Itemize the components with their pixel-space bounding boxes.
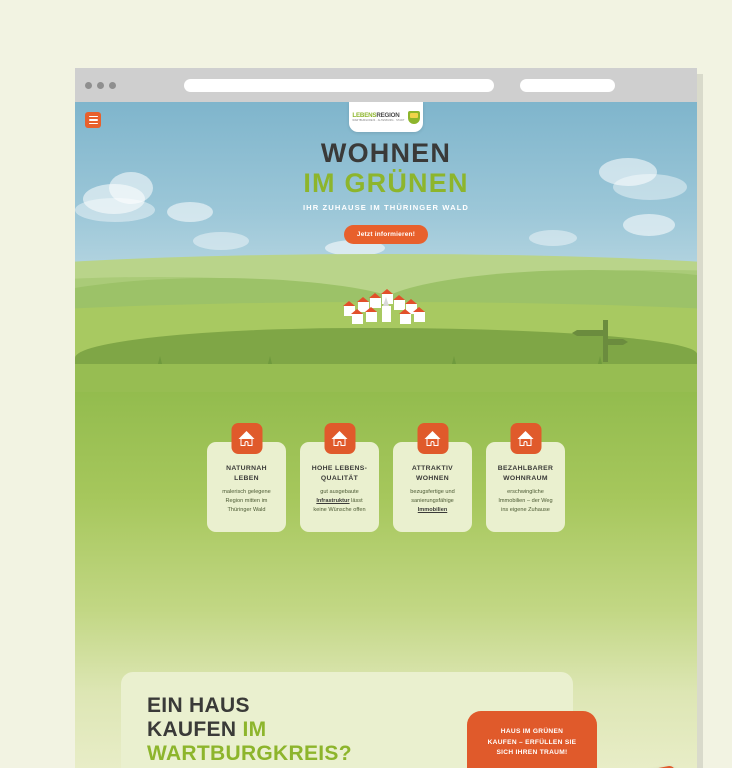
logo-word-lebens: LEBENS bbox=[352, 112, 376, 119]
feature-text-before: bezugsfertige und sanierungsfähige bbox=[410, 489, 454, 504]
hero-subtitle: IHR ZUHAUSE IM THÜRINGER WALD bbox=[75, 203, 697, 212]
content-panel: EIN HAUS KAUFEN IM WARTBURGKREIS? Hier k… bbox=[121, 672, 573, 768]
house-icon bbox=[324, 423, 355, 454]
coat-of-arms-icon bbox=[408, 111, 420, 124]
logo-word-region: REGION bbox=[376, 112, 399, 119]
secondary-bar[interactable] bbox=[520, 79, 615, 92]
logo-text: LEBENSREGION WARTBURGKREIS · ALTENBURG ·… bbox=[352, 112, 404, 123]
cta-box: HAUS IM GRÜNEN KAUFEN – ERFÜLLEN SIE SIC… bbox=[467, 711, 597, 768]
house-icon bbox=[417, 423, 448, 454]
green-section: JETZT Sanierungskosten absetzen! Bis zu … bbox=[75, 392, 697, 768]
logo-wordmark: LEBENSREGION bbox=[352, 112, 399, 119]
feature-card-text: erschwingliche Immobilien – der Weg ins … bbox=[492, 488, 559, 515]
logo-tagline: WARTBURGKREIS · ALTENBURG · STADT bbox=[352, 119, 404, 123]
hamburger-icon[interactable] bbox=[85, 112, 101, 128]
maximize-dot[interactable] bbox=[109, 82, 116, 89]
window-controls[interactable] bbox=[85, 82, 116, 89]
address-bar[interactable] bbox=[184, 79, 494, 92]
hero-cta-button[interactable]: Jetzt informieren! bbox=[344, 225, 428, 244]
feature-cards: NATURNAH LEBEN malerisch gelegene Region… bbox=[75, 398, 697, 532]
church-illustration bbox=[382, 306, 391, 322]
title-line1-text: EIN HAUS bbox=[147, 694, 250, 717]
feature-card-title: ATTRAKTIV WOHNEN bbox=[399, 464, 466, 483]
title-line3-green: WARTBURGKREIS? bbox=[147, 742, 352, 765]
hero-copy: WOHNEN IM GRÜNEN IHR ZUHAUSE IM THÜRINGE… bbox=[75, 138, 697, 244]
feature-card[interactable]: BEZAHLBARER WOHNRAUM erschwingliche Immo… bbox=[486, 442, 565, 532]
house-icon bbox=[231, 423, 262, 454]
feature-card-text: gut ausgebaute Infrastruktur lässt keine… bbox=[306, 488, 373, 515]
feature-text-link[interactable]: Infrastruktur bbox=[316, 498, 349, 504]
feature-text-before: gut ausgebaute bbox=[320, 489, 359, 495]
close-dot[interactable] bbox=[85, 82, 92, 89]
feature-text-link[interactable]: Immobilien bbox=[418, 507, 448, 513]
site-logo[interactable]: LEBENSREGION WARTBURGKREIS · ALTENBURG ·… bbox=[349, 102, 423, 132]
feature-card-title: NATURNAH LEBEN bbox=[213, 464, 280, 483]
title-line2-green: IM bbox=[242, 718, 266, 741]
hero-title-line2: IM GRÜNEN bbox=[75, 168, 697, 198]
minimize-dot[interactable] bbox=[97, 82, 104, 89]
feature-card[interactable]: ATTRAKTIV WOHNEN bezugsfertige und sanie… bbox=[393, 442, 472, 532]
feature-card-title: BEZAHLBARER WOHNRAUM bbox=[492, 464, 559, 483]
feature-card-title: HOHE LEBENS- QUALITÄT bbox=[306, 464, 373, 483]
hero-title-line1: WOHNEN bbox=[75, 138, 697, 168]
browser-window: LEBENSREGION WARTBURGKREIS · ALTENBURG ·… bbox=[75, 68, 697, 768]
feature-text-before: erschwingliche Immobilien – der Weg ins … bbox=[498, 489, 552, 513]
signpost-icon bbox=[589, 320, 623, 362]
foreground-meadow bbox=[75, 364, 697, 392]
page-viewport: LEBENSREGION WARTBURGKREIS · ALTENBURG ·… bbox=[75, 102, 697, 768]
feature-card[interactable]: NATURNAH LEBEN malerisch gelegene Region… bbox=[207, 442, 286, 532]
house-icon bbox=[510, 423, 541, 454]
feature-text-before: malerisch gelegene Region mitten im Thür… bbox=[222, 489, 271, 513]
hero-section: LEBENSREGION WARTBURGKREIS · ALTENBURG ·… bbox=[75, 102, 697, 392]
title-line2-dark: KAUFEN bbox=[147, 718, 242, 741]
feature-card-text: malerisch gelegene Region mitten im Thür… bbox=[213, 488, 280, 515]
village-illustration bbox=[338, 292, 434, 326]
feature-card[interactable]: HOHE LEBENS- QUALITÄT gut ausgebaute Inf… bbox=[300, 442, 379, 532]
feature-card-text: bezugsfertige und sanierungsfähige Immob… bbox=[399, 488, 466, 515]
browser-chrome bbox=[75, 68, 697, 102]
